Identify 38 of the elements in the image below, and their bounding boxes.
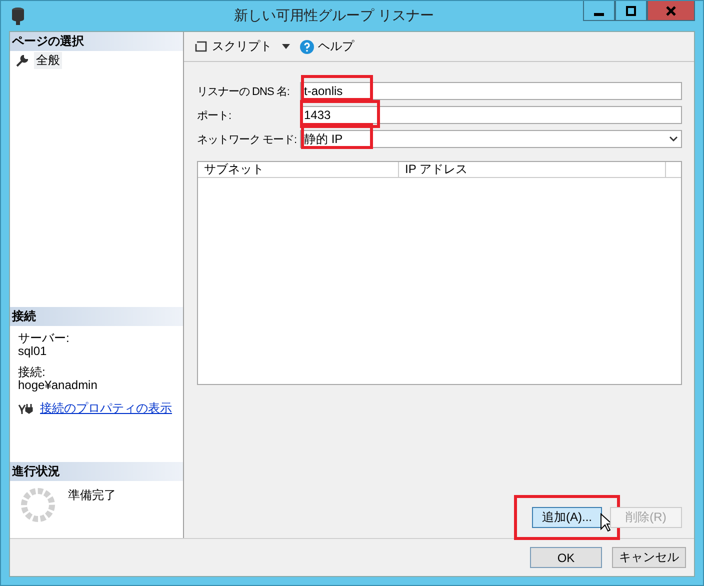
server-label: サーバー: — [18, 332, 70, 345]
wrench-icon — [16, 54, 28, 66]
column-header[interactable]: IP アドレス — [399, 162, 666, 178]
network-mode-dropdown[interactable]: 静的 IP — [300, 130, 682, 148]
minimize-icon — [594, 12, 604, 16]
ok-button[interactable]: OK — [530, 547, 602, 568]
maximize-button[interactable] — [615, 1, 647, 21]
plug-icon — [18, 402, 34, 414]
help-button[interactable]: ヘルプ — [300, 38, 354, 55]
column-header[interactable]: サブネット — [198, 162, 399, 178]
server-name: sql01 — [18, 345, 48, 358]
chevron-icon — [669, 136, 678, 142]
add-button[interactable]: 追加(A)... — [532, 507, 602, 528]
connection-user: hoge¥anadmin — [18, 379, 98, 392]
section-heading: 進行状況 — [10, 462, 183, 481]
field-label: ネットワーク モード: — [197, 132, 298, 146]
caret-icon[interactable] — [282, 44, 290, 49]
help-icon — [300, 40, 314, 54]
cancel-button[interactable]: キャンセル — [612, 547, 686, 568]
field-label: リスナーの DNS 名: — [197, 84, 290, 98]
field-label: ポート: — [197, 108, 232, 122]
close-button[interactable] — [647, 1, 695, 21]
input-field[interactable]: t-aonlis — [300, 82, 682, 100]
connection-label: 接続: — [18, 366, 46, 379]
connection-properties-link[interactable]: 接続のプロパティの表示 — [40, 402, 172, 415]
page-item[interactable]: 全般 — [34, 52, 62, 69]
script-button[interactable]: スクリプト — [194, 38, 272, 55]
spinner-icon — [20, 487, 56, 523]
script-icon — [194, 40, 208, 54]
input-field[interactable]: 1433 — [300, 106, 682, 124]
maximize-icon — [626, 6, 636, 16]
section-heading: 接続 — [10, 307, 183, 326]
minimize-button[interactable] — [583, 1, 615, 21]
window-title: 新しい可用性グループ リスナー — [233, 7, 435, 25]
section-heading: ページの選択 — [10, 32, 183, 51]
database-icon — [11, 7, 25, 25]
close-icon — [666, 6, 676, 16]
progress-status: 準備完了 — [68, 487, 116, 504]
